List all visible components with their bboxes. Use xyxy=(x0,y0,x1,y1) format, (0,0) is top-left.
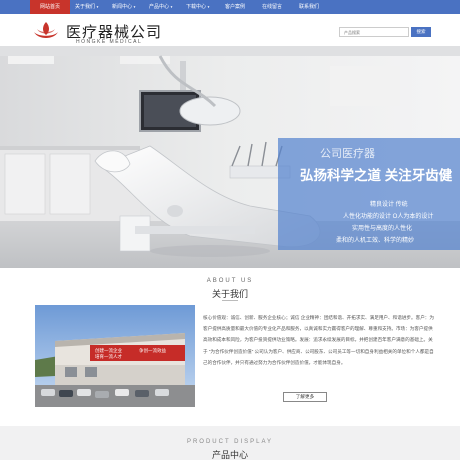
nav-item-products[interactable]: 产品中心▼ xyxy=(141,0,181,14)
nav-item-downloads[interactable]: 下载中心▼ xyxy=(178,0,218,14)
search-input[interactable] xyxy=(339,27,409,37)
banner-title: 弘扬科学之道 关注牙齿健 xyxy=(300,168,453,183)
about-title-en: ABOUT US xyxy=(206,278,254,284)
chevron-down-icon: ▼ xyxy=(170,5,173,9)
nav-item-label: 产品中心 xyxy=(149,4,170,10)
hero-banner: 公司医疗器 弘扬科学之道 关注牙齿健 精良设计 传统 人性化功能的设计 Ο人为本… xyxy=(0,46,460,268)
chevron-down-icon: ▼ xyxy=(96,5,99,9)
banner-line: 实用性与高度的人性化 xyxy=(352,226,413,232)
title-divider xyxy=(222,300,238,301)
nav-item-label: 关于我们 xyxy=(75,4,96,10)
banner-subtitle: 公司医疗器 xyxy=(320,148,375,160)
nav-item-news[interactable]: 新闻中心▼ xyxy=(104,0,144,14)
banner-line: 精良设计 传统 xyxy=(370,202,408,208)
nav-item-contact[interactable]: 联系我们 xyxy=(289,0,329,14)
brand-name-en: HONGKE MEDICAL xyxy=(76,39,143,45)
banner-line: 人性化功能的设计 Ο人为本的设计 xyxy=(343,214,434,220)
nav-item-label: 客户案例 xyxy=(224,4,245,10)
chevron-down-icon: ▼ xyxy=(207,5,210,9)
nav-item-label: 在线留言 xyxy=(261,4,282,10)
nav-item-message[interactable]: 在线留言 xyxy=(252,0,292,14)
search-button[interactable]: 搜索 xyxy=(411,27,431,37)
about-title: 关于我们 xyxy=(211,289,248,299)
learn-more-button[interactable]: 了解更多 xyxy=(283,392,327,402)
product-title-en: PRODUCT DISPLAY xyxy=(186,439,274,445)
company-building-photo: 创建一流企业 培育一流人才 争创一流效益 xyxy=(35,305,195,407)
photo-sign-text: 创建一流企业 xyxy=(95,347,122,354)
chevron-down-icon: ▼ xyxy=(133,5,136,9)
nav-item-label: 下载中心 xyxy=(186,4,207,10)
photo-sign-text: 培育一流人才 xyxy=(95,353,122,360)
nav-item-about[interactable]: 关于我们▼ xyxy=(67,0,107,14)
company-logo-icon[interactable] xyxy=(32,20,60,44)
nav-item-home[interactable]: 网站首页 xyxy=(30,0,70,14)
about-description: 核心价值观：诚信、创新、服务企业核心；诚信 企业精神：团结和谐、开拓求实、满足用… xyxy=(203,315,434,365)
nav-item-label: 联系我们 xyxy=(298,4,319,10)
nav-item-cases[interactable]: 客户案例 xyxy=(215,0,255,14)
top-nav: 网站首页 关于我们▼ 新闻中心▼ 产品中心▼ 下载中心▼ 客户案例 在线留言 联… xyxy=(0,0,460,14)
nav-item-label: 新闻中心 xyxy=(112,4,133,10)
nav-item-label: 网站首页 xyxy=(39,4,60,10)
product-title: 产品中心 xyxy=(211,450,248,460)
banner-line: 柔和的人机工效、科学的精妙 xyxy=(336,238,415,244)
photo-sign-text: 争创一流效益 xyxy=(139,347,166,354)
